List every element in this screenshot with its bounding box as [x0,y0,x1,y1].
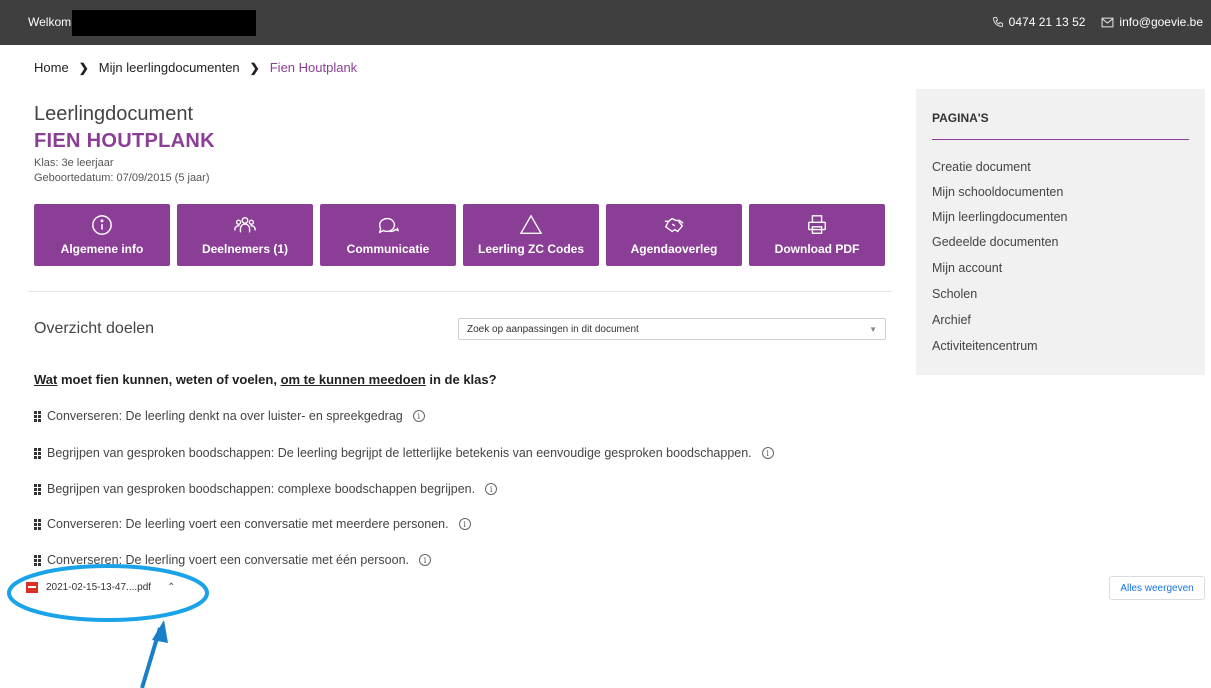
annotation-ellipse [7,564,209,622]
annotation-arrowhead [152,620,168,643]
annotation-overlay [7,564,209,688]
